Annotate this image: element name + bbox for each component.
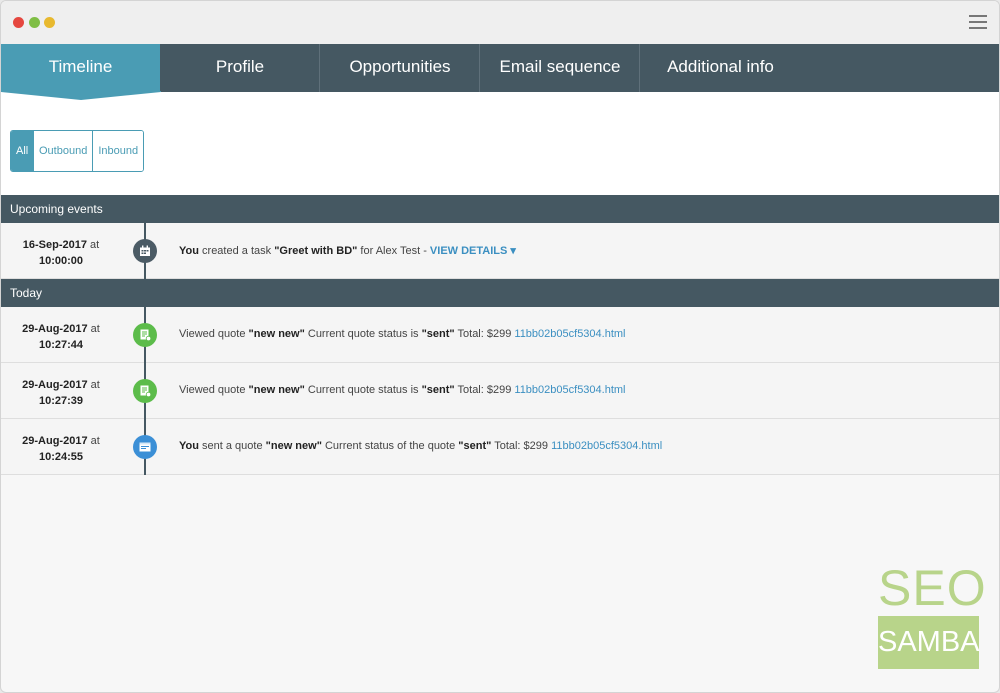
direction-filter-group: All Outbound Inbound bbox=[10, 130, 145, 172]
event-datetime: 16-Sep-2017 at 10:00:00 bbox=[22, 239, 100, 267]
timeline-content: All Outbound Inbound Upcoming events 16-… bbox=[1, 92, 999, 692]
menu-icon[interactable] bbox=[969, 15, 987, 29]
quote-sent-icon bbox=[133, 435, 157, 459]
filter-outbound-button[interactable]: Outbound bbox=[34, 131, 94, 171]
tab-timeline[interactable]: Timeline bbox=[1, 44, 160, 92]
active-tab-indicator bbox=[1, 91, 161, 100]
event-datetime: 29-Aug-2017 at 10:24:55 bbox=[22, 435, 100, 463]
filter-all-button[interactable]: All bbox=[11, 131, 34, 171]
close-window-button[interactable] bbox=[13, 17, 24, 28]
tab-additional-info[interactable]: Additional info bbox=[641, 44, 800, 92]
timeline-row: 29-Aug-2017 at 10:27:39 Viewed quote "new… bbox=[1, 363, 999, 419]
event-description: Viewed quote "new new" Current quote sta… bbox=[179, 384, 626, 396]
filter-area: All Outbound Inbound bbox=[1, 92, 999, 195]
section-today: Today bbox=[1, 279, 999, 307]
quote-viewed-icon bbox=[133, 323, 157, 347]
logo-bottom-text: SAMBA bbox=[878, 616, 980, 669]
seo-samba-logo: SEO SAMBA bbox=[878, 560, 987, 672]
quote-file-link[interactable]: 11bb02b05cf5304.html bbox=[514, 328, 625, 340]
tab-email-sequence[interactable]: Email sequence bbox=[481, 44, 640, 92]
filter-inbound-button[interactable]: Inbound bbox=[93, 131, 144, 171]
timeline-row: 29-Aug-2017 at 10:27:44 Viewed quote "new… bbox=[1, 307, 999, 363]
calendar-icon bbox=[133, 239, 157, 263]
app-window: Timeline Profile Opportunities Email seq… bbox=[0, 0, 1000, 693]
event-description: You created a task "Greet with BD" for A… bbox=[179, 245, 516, 257]
maximize-window-button[interactable] bbox=[29, 17, 40, 28]
section-upcoming-events: Upcoming events bbox=[1, 195, 999, 223]
tab-profile[interactable]: Profile bbox=[161, 44, 320, 92]
quote-file-link[interactable]: 11bb02b05cf5304.html bbox=[551, 440, 662, 452]
timeline-row: 29-Aug-2017 at 10:24:55 You sent a quote … bbox=[1, 419, 999, 475]
event-datetime: 29-Aug-2017 at 10:27:39 bbox=[22, 379, 100, 407]
minimize-window-button[interactable] bbox=[44, 17, 55, 28]
logo-top-text: SEO bbox=[878, 560, 987, 616]
tab-opportunities[interactable]: Opportunities bbox=[321, 44, 480, 92]
view-details-link[interactable]: VIEW DETAILS bbox=[430, 245, 507, 257]
quote-viewed-icon bbox=[133, 379, 157, 403]
tab-bar: Timeline Profile Opportunities Email seq… bbox=[1, 44, 999, 92]
event-datetime: 29-Aug-2017 at 10:27:44 bbox=[22, 323, 100, 351]
timeline-row: 16-Sep-2017 at 10:00:00 You created a tas… bbox=[1, 223, 999, 279]
event-description: Viewed quote "new new" Current quote sta… bbox=[179, 328, 626, 340]
window-titlebar bbox=[1, 1, 999, 44]
chevron-down-icon[interactable]: ▾ bbox=[510, 245, 516, 257]
event-description: You sent a quote "new new" Current statu… bbox=[179, 440, 663, 452]
quote-file-link[interactable]: 11bb02b05cf5304.html bbox=[514, 384, 625, 396]
